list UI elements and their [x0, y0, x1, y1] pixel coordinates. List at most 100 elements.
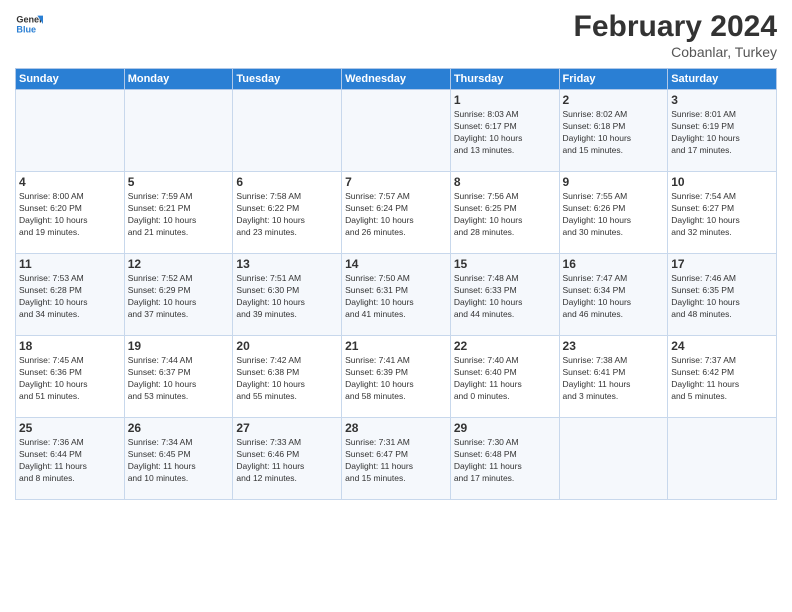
day-number: 28 [345, 421, 447, 435]
table-row: 10 Sunrise: 7:54 AM Sunset: 6:27 PM Dayli… [668, 172, 777, 254]
table-row: 12 Sunrise: 7:52 AM Sunset: 6:29 PM Dayli… [124, 254, 233, 336]
day-info: Sunrise: 7:42 AM Sunset: 6:38 PM Dayligh… [236, 355, 338, 403]
day-info: Sunrise: 7:34 AM Sunset: 6:45 PM Dayligh… [128, 437, 230, 485]
logo-icon: General Blue [15, 10, 43, 38]
day-info: Sunrise: 7:36 AM Sunset: 6:44 PM Dayligh… [19, 437, 121, 485]
table-row [559, 418, 668, 500]
logo: General Blue [15, 10, 43, 38]
header-saturday: Saturday [668, 69, 777, 90]
day-info: Sunrise: 7:40 AM Sunset: 6:40 PM Dayligh… [454, 355, 556, 403]
table-row: 29Sunrise: 7:30 AM Sunset: 6:48 PM Dayli… [450, 418, 559, 500]
table-row: 25 Sunrise: 7:36 AM Sunset: 6:44 PM Dayli… [16, 418, 125, 500]
day-info: Sunrise: 8:02 AM Sunset: 6:18 PM Dayligh… [563, 109, 665, 157]
day-number: 8 [454, 175, 556, 189]
header-wednesday: Wednesday [342, 69, 451, 90]
table-row: 13 Sunrise: 7:51 AM Sunset: 6:30 PM Dayli… [233, 254, 342, 336]
day-number: 7 [345, 175, 447, 189]
calendar-header-row: Sunday Monday Tuesday Wednesday Thursday… [16, 69, 777, 90]
day-number: 9 [563, 175, 665, 189]
table-row: 28Sunrise: 7:31 AM Sunset: 6:47 PM Dayli… [342, 418, 451, 500]
day-number: 25 [19, 421, 121, 435]
table-row: 4 Sunrise: 8:00 AM Sunset: 6:20 PM Daylig… [16, 172, 125, 254]
day-info: Sunrise: 7:44 AM Sunset: 6:37 PM Dayligh… [128, 355, 230, 403]
table-row: 1 Sunrise: 8:03 AM Sunset: 6:17 PM Daylig… [450, 90, 559, 172]
table-row: 3 Sunrise: 8:01 AM Sunset: 6:19 PM Daylig… [668, 90, 777, 172]
table-row [16, 90, 125, 172]
day-info: Sunrise: 8:00 AM Sunset: 6:20 PM Dayligh… [19, 191, 121, 239]
day-info: Sunrise: 7:53 AM Sunset: 6:28 PM Dayligh… [19, 273, 121, 321]
day-number: 10 [671, 175, 773, 189]
day-number: 24 [671, 339, 773, 353]
calendar-week-row: 25 Sunrise: 7:36 AM Sunset: 6:44 PM Dayli… [16, 418, 777, 500]
table-row: 26 Sunrise: 7:34 AM Sunset: 6:45 PM Dayli… [124, 418, 233, 500]
day-number: 26 [128, 421, 230, 435]
table-row: 5Sunrise: 7:59 AM Sunset: 6:21 PM Daylig… [124, 172, 233, 254]
day-info: Sunrise: 7:47 AM Sunset: 6:34 PM Dayligh… [563, 273, 665, 321]
header-thursday: Thursday [450, 69, 559, 90]
table-row: 6Sunrise: 7:58 AM Sunset: 6:22 PM Daylig… [233, 172, 342, 254]
day-info: Sunrise: 7:51 AM Sunset: 6:30 PM Dayligh… [236, 273, 338, 321]
month-title: February 2024 [574, 10, 777, 44]
day-info: Sunrise: 8:01 AM Sunset: 6:19 PM Dayligh… [671, 109, 773, 157]
table-row [342, 90, 451, 172]
day-info: Sunrise: 7:37 AM Sunset: 6:42 PM Dayligh… [671, 355, 773, 403]
table-row: 15 Sunrise: 7:48 AM Sunset: 6:33 PM Dayli… [450, 254, 559, 336]
day-number: 21 [345, 339, 447, 353]
header: General Blue February 2024 Cobanlar, Tur… [15, 10, 777, 60]
day-info: Sunrise: 7:48 AM Sunset: 6:33 PM Dayligh… [454, 273, 556, 321]
day-info: Sunrise: 7:57 AM Sunset: 6:24 PM Dayligh… [345, 191, 447, 239]
day-number: 1 [454, 93, 556, 107]
day-number: 12 [128, 257, 230, 271]
day-info: Sunrise: 7:30 AM Sunset: 6:48 PM Dayligh… [454, 437, 556, 485]
day-info: Sunrise: 7:45 AM Sunset: 6:36 PM Dayligh… [19, 355, 121, 403]
day-number: 17 [671, 257, 773, 271]
page: General Blue February 2024 Cobanlar, Tur… [0, 0, 792, 612]
table-row: 8 Sunrise: 7:56 AM Sunset: 6:25 PM Daylig… [450, 172, 559, 254]
day-number: 20 [236, 339, 338, 353]
day-number: 6 [236, 175, 338, 189]
day-info: Sunrise: 7:41 AM Sunset: 6:39 PM Dayligh… [345, 355, 447, 403]
table-row: 27 Sunrise: 7:33 AM Sunset: 6:46 PM Dayli… [233, 418, 342, 500]
table-row: 16 Sunrise: 7:47 AM Sunset: 6:34 PM Dayli… [559, 254, 668, 336]
calendar-week-row: 18 Sunrise: 7:45 AM Sunset: 6:36 PM Dayli… [16, 336, 777, 418]
table-row [233, 90, 342, 172]
header-friday: Friday [559, 69, 668, 90]
day-info: Sunrise: 8:03 AM Sunset: 6:17 PM Dayligh… [454, 109, 556, 157]
day-info: Sunrise: 7:56 AM Sunset: 6:25 PM Dayligh… [454, 191, 556, 239]
day-info: Sunrise: 7:50 AM Sunset: 6:31 PM Dayligh… [345, 273, 447, 321]
day-number: 3 [671, 93, 773, 107]
day-info: Sunrise: 7:52 AM Sunset: 6:29 PM Dayligh… [128, 273, 230, 321]
table-row: 7 Sunrise: 7:57 AM Sunset: 6:24 PM Daylig… [342, 172, 451, 254]
day-number: 15 [454, 257, 556, 271]
title-section: February 2024 Cobanlar, Turkey [574, 10, 777, 60]
day-info: Sunrise: 7:33 AM Sunset: 6:46 PM Dayligh… [236, 437, 338, 485]
table-row: 20 Sunrise: 7:42 AM Sunset: 6:38 PM Dayli… [233, 336, 342, 418]
table-row: 18 Sunrise: 7:45 AM Sunset: 6:36 PM Dayli… [16, 336, 125, 418]
table-row: 19Sunrise: 7:44 AM Sunset: 6:37 PM Dayli… [124, 336, 233, 418]
day-number: 13 [236, 257, 338, 271]
calendar-week-row: 11 Sunrise: 7:53 AM Sunset: 6:28 PM Dayli… [16, 254, 777, 336]
day-number: 4 [19, 175, 121, 189]
day-number: 5 [128, 175, 230, 189]
table-row: 14 Sunrise: 7:50 AM Sunset: 6:31 PM Dayli… [342, 254, 451, 336]
day-number: 27 [236, 421, 338, 435]
table-row: 23 Sunrise: 7:38 AM Sunset: 6:41 PM Dayli… [559, 336, 668, 418]
svg-text:Blue: Blue [16, 24, 36, 34]
day-number: 14 [345, 257, 447, 271]
day-number: 22 [454, 339, 556, 353]
day-number: 23 [563, 339, 665, 353]
table-row: 24 Sunrise: 7:37 AM Sunset: 6:42 PM Dayli… [668, 336, 777, 418]
day-number: 16 [563, 257, 665, 271]
day-number: 18 [19, 339, 121, 353]
table-row: 2Sunrise: 8:02 AM Sunset: 6:18 PM Daylig… [559, 90, 668, 172]
day-info: Sunrise: 7:54 AM Sunset: 6:27 PM Dayligh… [671, 191, 773, 239]
table-row: 9 Sunrise: 7:55 AM Sunset: 6:26 PM Daylig… [559, 172, 668, 254]
table-row [668, 418, 777, 500]
day-info: Sunrise: 7:55 AM Sunset: 6:26 PM Dayligh… [563, 191, 665, 239]
day-number: 11 [19, 257, 121, 271]
calendar-table: Sunday Monday Tuesday Wednesday Thursday… [15, 68, 777, 500]
day-info: Sunrise: 7:38 AM Sunset: 6:41 PM Dayligh… [563, 355, 665, 403]
table-row: 17Sunrise: 7:46 AM Sunset: 6:35 PM Dayli… [668, 254, 777, 336]
location-subtitle: Cobanlar, Turkey [574, 44, 777, 60]
header-monday: Monday [124, 69, 233, 90]
